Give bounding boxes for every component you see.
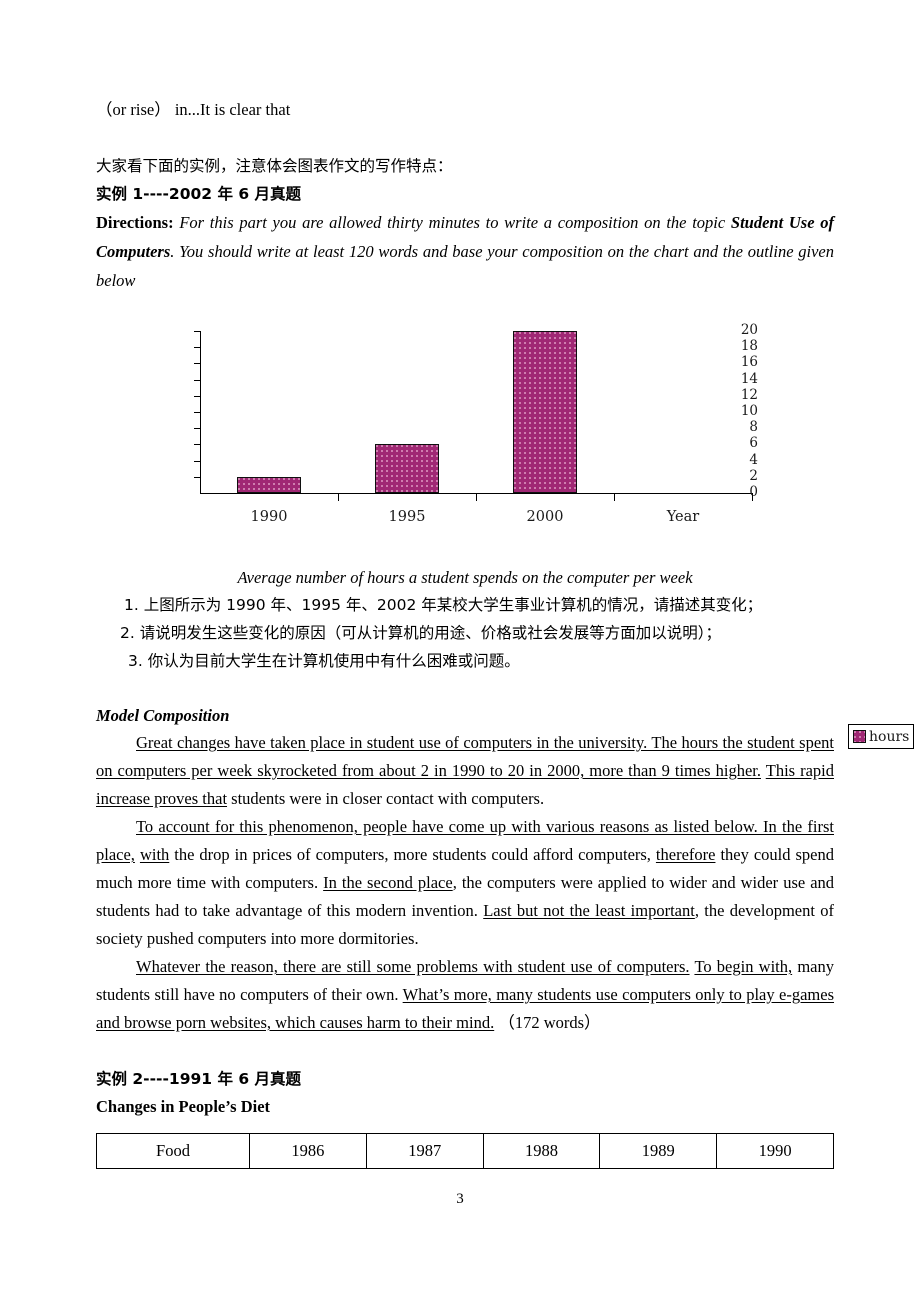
page-content: （or rise） in...It is clear that 大家看下面的实例… — [96, 96, 914, 1169]
x-axis-tick-mark-2 — [476, 494, 477, 501]
x-axis-tick-mark-4 — [752, 494, 753, 501]
chart-canvas: 0 2 4 6 8 10 12 14 16 18 20 1990 1995 2000 Year — [158, 323, 758, 543]
p1-plain-1: students were in closer contact with com… — [227, 789, 545, 808]
intro-chinese-line: 大家看下面的实例，注意体会图表作文的写作特点： — [96, 157, 453, 175]
table-header-cell-1987: 1987 — [365, 1133, 484, 1169]
p2-plain-1: the drop in prices of computers, more st… — [169, 845, 656, 864]
p3-word-count: （172 words） — [494, 1013, 601, 1032]
p3-underlined-2: To begin with, — [694, 957, 793, 976]
x-axis-tick-label-1995: 1995 — [388, 509, 426, 525]
p2-underlined-5: Last but not the least important — [483, 901, 695, 920]
x-axis-tick-mark-1 — [338, 494, 339, 501]
p2-underlined-3: therefore — [655, 845, 716, 864]
page-number: 3 — [456, 1191, 464, 1207]
bar-1995 — [375, 444, 439, 493]
table-header-cell-food: Food — [96, 1133, 250, 1169]
example-2-heading: 实例 2----1991 年 6 月真题 — [96, 1070, 302, 1088]
top-fragment-line: （or rise） in...It is clear that — [96, 100, 291, 119]
table-header-cell-1989: 1989 — [599, 1133, 718, 1169]
example-2-title: Changes in People’s Diet — [96, 1097, 271, 1116]
plot-area — [200, 331, 752, 493]
diet-table: Food 1986 1987 1988 1989 1990 — [96, 1133, 834, 1169]
outline-item-2: 2. 请说明发生这些变化的原因（可从计算机的用途、价格或社会发展等方面加以说明）… — [120, 624, 721, 642]
bar-2000 — [513, 331, 577, 493]
p3-underlined-1: Whatever the reason, there are still som… — [136, 957, 690, 976]
model-composition-paragraph-2: To account for this phenomenon, people h… — [96, 813, 834, 953]
legend-swatch-icon — [853, 730, 866, 743]
outline-item-3: 3. 你认为目前大学生在计算机使用中有什么困难或问题。 — [128, 652, 520, 670]
document-page: （or rise） in...It is clear that 大家看下面的实例… — [0, 0, 920, 1300]
directions-text-part-1: For this part you are allowed thirty min… — [179, 213, 726, 232]
directions-label: Directions: — [96, 213, 174, 232]
bar-1990 — [237, 476, 301, 493]
model-composition-paragraph-3: Whatever the reason, there are still som… — [96, 953, 834, 1037]
model-composition-paragraph-1: Great changes have taken place in studen… — [96, 729, 834, 813]
chart-legend: hours — [848, 724, 914, 749]
legend-label-hours: hours — [869, 728, 910, 745]
directions-text-part-2: . You should write at least 120 words an… — [96, 242, 834, 290]
table-header-cell-1986: 1986 — [249, 1133, 367, 1169]
x-axis-tick-label-year: Year — [666, 509, 700, 525]
p2-underlined-2: with — [139, 845, 170, 864]
model-composition-heading: Model Composition — [96, 706, 230, 725]
p1-underlined-1: Great changes have taken place in studen… — [96, 733, 834, 780]
chart-caption: Average number of hours a student spends… — [237, 568, 693, 587]
table-header-cell-1988: 1988 — [482, 1133, 601, 1169]
example-1-heading: 实例 1----2002 年 6 月真题 — [96, 185, 302, 203]
x-axis-tick-mark-3 — [614, 494, 615, 501]
p2-underlined-4: In the second place — [323, 873, 453, 892]
table-row: Food 1986 1987 1988 1989 1990 — [96, 1133, 834, 1169]
outline-item-1: 1. 上图所示为 1990 年、1995 年、2002 年某校大学生事业计算机的… — [124, 596, 763, 614]
bar-chart: 0 2 4 6 8 10 12 14 16 18 20 1990 1995 2000 Year hours — [96, 317, 914, 749]
x-axis-tick-label-1990: 1990 — [250, 509, 288, 525]
table-header-cell-1990: 1990 — [716, 1133, 834, 1169]
directions-block: Directions: For this part you are allowe… — [96, 208, 834, 295]
x-axis-tick-label-2000: 2000 — [526, 509, 564, 525]
